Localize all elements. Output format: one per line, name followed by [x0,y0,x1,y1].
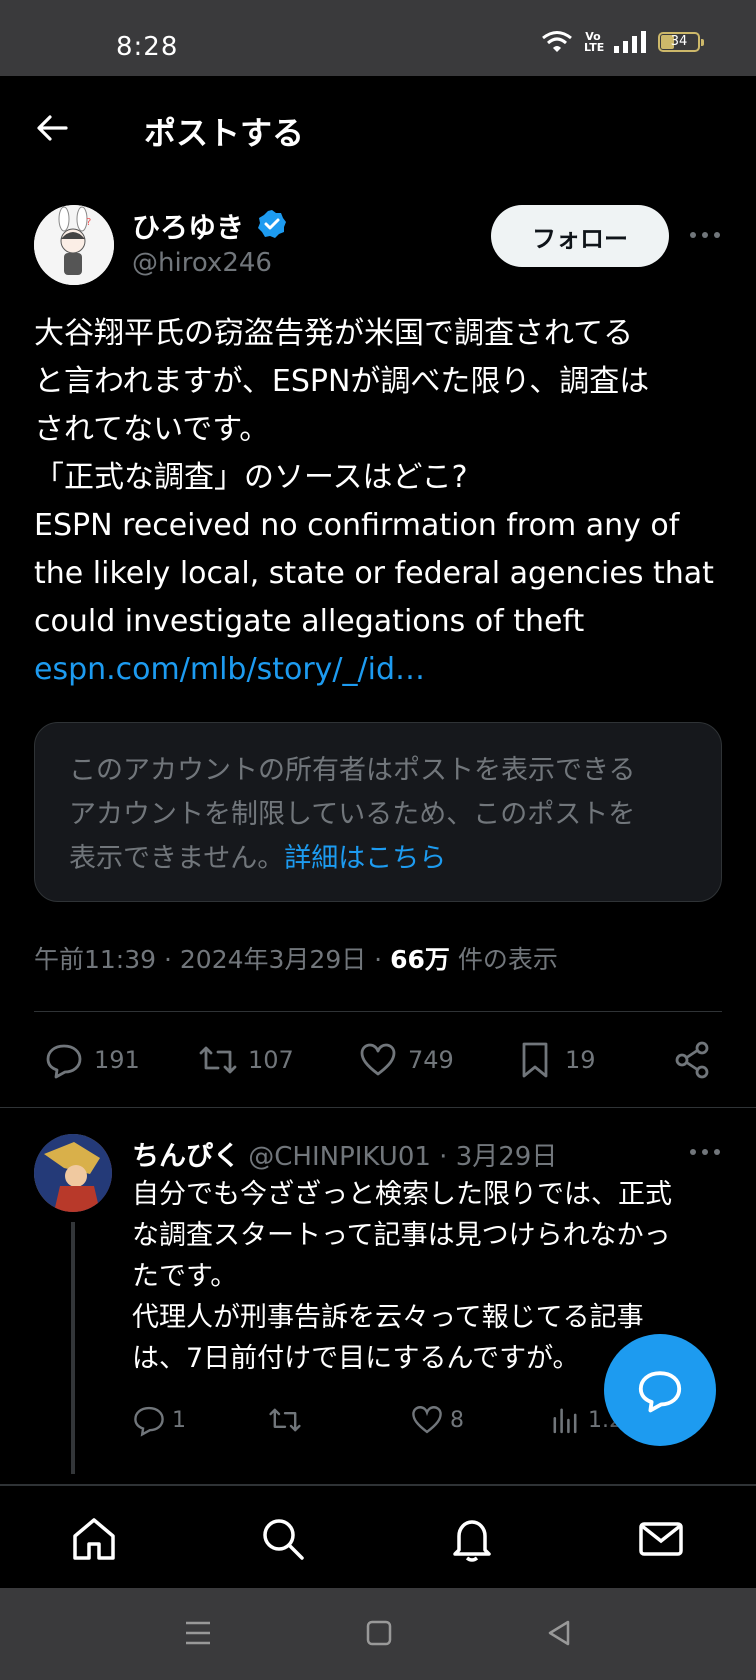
tweet-line: ESPN received no confirmation from any o… [34,508,680,543]
system-back-icon[interactable] [546,1620,572,1646]
retweet-button[interactable]: 107 [198,1040,294,1080]
avatar[interactable]: ? [34,205,114,285]
tweet-text: 大谷翔平氏の窃盗告発が米国で調査されてる と言われますが、ESPNが調べた限り、… [34,310,724,694]
share-icon [675,1041,709,1079]
tweet-line: されてないです。 [34,412,270,447]
divider [34,1011,722,1012]
tweet-line: 「正式な調査」のソースはどこ? [34,460,468,495]
wifi-icon [542,31,572,52]
share-button[interactable] [672,1040,712,1080]
search-icon[interactable] [258,1514,308,1564]
compose-reply-fab[interactable] [604,1334,716,1446]
like-count: 749 [408,1046,454,1074]
battery-icon: 34 [658,32,704,52]
tweet-line: 大谷翔平氏の窃盗告発が米国で調査されてる [34,316,634,351]
reply-button[interactable]: 191 [44,1040,140,1080]
like-icon [360,1043,396,1076]
author-handle[interactable]: @hirox246 [132,248,272,278]
restricted-line: 表示できません。詳細はこちら [69,843,447,874]
reply-author-name[interactable]: ちんぴく [132,1141,240,1172]
reply-icon [134,1406,164,1437]
reply-like-count: 8 [450,1407,464,1433]
retweet-icon [199,1046,237,1074]
reply-avatar[interactable] [34,1134,112,1212]
author-name[interactable]: ひろゆき [132,206,244,246]
restricted-notice: このアカウントの所有者はポストを表示できる アカウントを制限しているため、このポ… [69,749,709,881]
reply-line: 自分でも今ざざっと検索した限りでは、正式 [132,1179,672,1210]
more-icon[interactable] [688,1142,722,1162]
view-count[interactable]: 66万 [390,945,450,974]
view-label: 件の表示 [449,945,558,974]
system-home-icon[interactable] [366,1620,392,1646]
reply-line: な調査スタートって記事は見つけられなかっ [132,1220,671,1251]
messages-icon[interactable] [636,1514,686,1564]
svg-text:?: ? [86,217,91,228]
tweet-link[interactable]: espn.com/mlb/story/_/id… [34,646,724,694]
reply-like-button[interactable]: 8 [410,1403,464,1437]
notifications-icon[interactable] [447,1514,497,1564]
restricted-line: このアカウントの所有者はポストを表示できる [69,755,636,786]
status-time: 8:28 [116,32,179,62]
compose-icon [638,1371,682,1413]
reply-count: 191 [94,1046,140,1074]
timestamp: 午前11:39 · 2024年3月29日 · [34,945,391,974]
like-icon [412,1406,442,1434]
volte-indicator: Vo LTE [584,30,605,54]
reply-reply-button[interactable]: 1 [132,1403,186,1437]
learn-more-link[interactable]: 詳細はこちら [284,843,446,874]
restricted-quote-card: このアカウントの所有者はポストを表示できる アカウントを制限しているため、このポ… [34,722,722,902]
follow-button[interactable]: フォロー [491,205,669,267]
signal-icon [614,31,646,53]
like-button[interactable]: 749 [358,1040,454,1080]
retweet-count: 107 [248,1046,294,1074]
views-icon [553,1408,577,1434]
status-icons: Vo LTE 34 [542,30,704,54]
verified-badge-icon [258,210,286,238]
restricted-line: アカウントを制限しているため、このポストを [69,799,636,830]
tweet-line: the likely local, state or federal agenc… [34,556,714,591]
bookmark-button[interactable]: 19 [515,1040,596,1080]
divider [0,1107,756,1108]
more-icon[interactable] [688,225,722,245]
bookmark-count: 19 [565,1046,596,1074]
thread-line [71,1222,75,1474]
back-arrow-icon[interactable] [32,108,72,148]
reply-header: ちんぴく @CHINPIKU01 · 3月29日 [132,1134,557,1173]
tweet-line: could investigate allegations of theft [34,604,585,639]
retweet-icon [269,1408,301,1432]
reply-line: 代理人が刑事告訴を云々って報じてる記事 [132,1302,644,1333]
reply-retweet-button[interactable] [268,1403,302,1437]
tweet-meta: 午前11:39 · 2024年3月29日 · 66万 件の表示 [34,940,558,976]
page-title: ポストする [144,114,305,152]
recent-apps-icon[interactable] [184,1620,212,1646]
reply-reply-count: 1 [172,1407,186,1433]
reply-icon [46,1044,82,1079]
reply-handle-date[interactable]: @CHINPIKU01 · 3月29日 [240,1142,557,1172]
home-icon[interactable] [69,1514,119,1564]
reply-line: たです。 [132,1261,238,1292]
bookmark-icon [522,1042,548,1078]
tweet-line: と言われますが、ESPNが調べた限り、調査は [34,364,650,399]
